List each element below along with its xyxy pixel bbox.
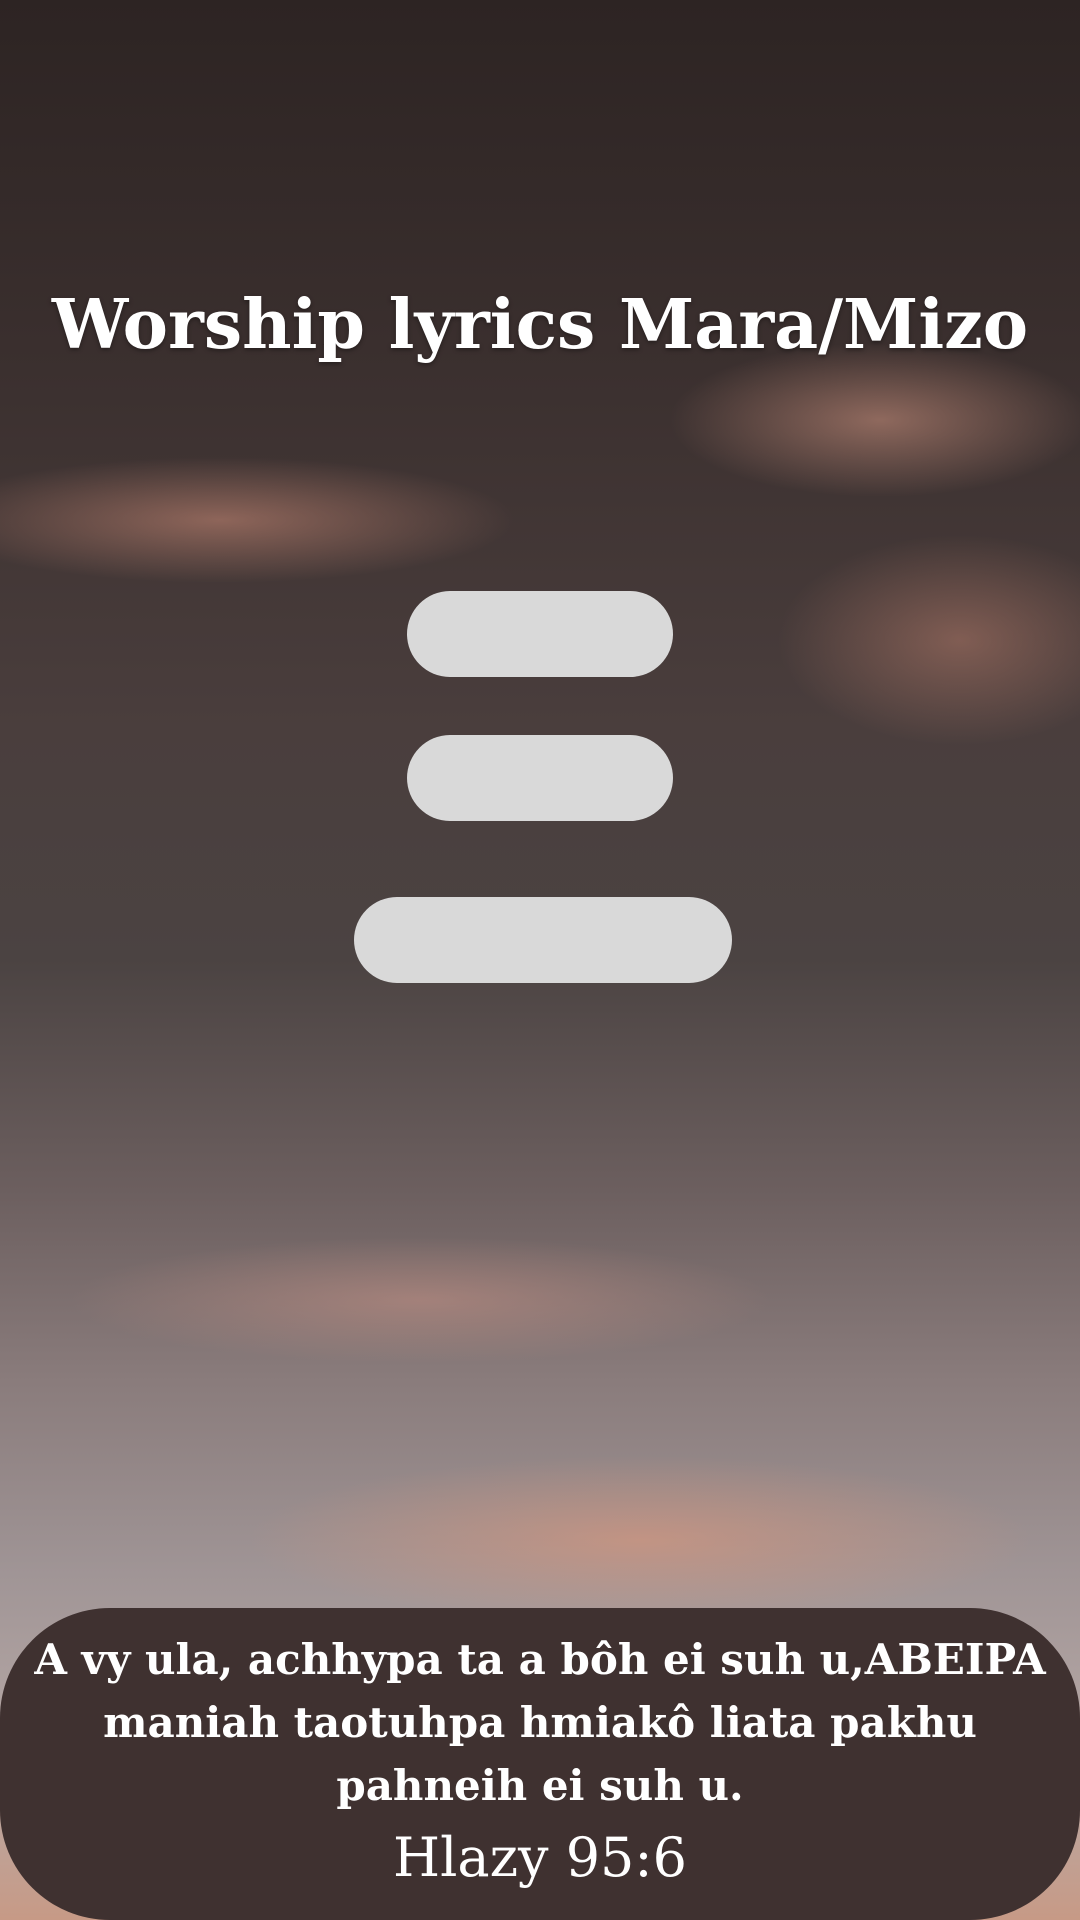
page-title: Worship lyrics Mara/Mizo: [51, 285, 1029, 365]
menu-button-2[interactable]: [407, 735, 673, 821]
verse-text: A vy ula, achhypa ta a bôh ei suh u,ABEI…: [34, 1635, 1046, 1810]
bible-verse-card: A vy ula, achhypa ta a bôh ei suh u,ABEI…: [0, 1608, 1080, 1920]
verse-reference: Hlazy 95:6: [393, 1826, 687, 1889]
menu-button-1[interactable]: [407, 591, 673, 677]
menu-button-3[interactable]: [354, 897, 732, 983]
